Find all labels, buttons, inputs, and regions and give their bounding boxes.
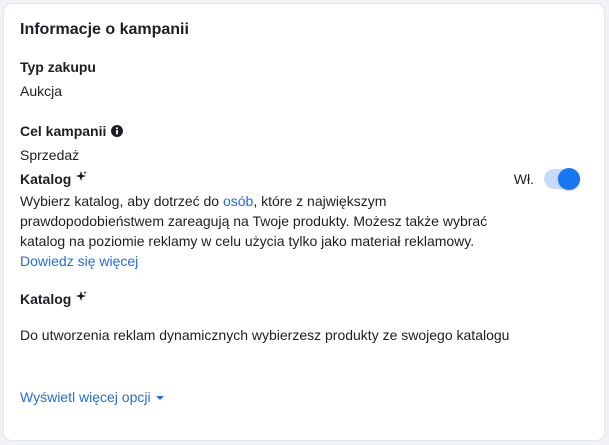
campaign-objective-label: Cel kampanii — [20, 123, 107, 139]
catalog-toggle-header: Katalog — [20, 170, 88, 187]
campaign-objective-value: Sprzedaż — [20, 147, 80, 163]
campaign-objective-header: Cel kampanii — [20, 123, 124, 139]
catalog-info-text: Do utworzenia reklam dynamicznych wybier… — [20, 327, 510, 343]
toggle-label: Wł. — [513, 171, 534, 187]
audience-link[interactable]: osób — [223, 193, 253, 209]
more-options-label: Wyświetl więcej opcji — [20, 389, 151, 405]
catalog-info-label: Katalog — [20, 291, 72, 307]
purchase-type-label: Typ zakupu — [20, 59, 96, 75]
catalog-description: Wybierz katalog, aby dotrzeć do osób, kt… — [20, 191, 500, 271]
info-icon[interactable] — [111, 125, 124, 137]
catalog-toggle-switch[interactable] — [544, 168, 580, 190]
catalog-info-header: Katalog — [20, 290, 88, 307]
more-options-button[interactable]: Wyświetl więcej opcji — [20, 389, 164, 405]
caret-down-icon — [155, 396, 164, 400]
section-title: Informacje o kampanii — [20, 21, 189, 38]
campaign-info-card: Informacje o kampanii Typ zakupu Aukcja … — [4, 4, 604, 440]
toggle-knob — [558, 168, 580, 190]
purchase-type-value: Aukcja — [20, 83, 63, 99]
catalog-toggle-control: Wł. — [513, 168, 580, 190]
sparkle-icon — [76, 290, 88, 302]
catalog-label: Katalog — [20, 171, 72, 187]
sparkle-icon — [76, 170, 88, 182]
catalog-description-part1: Wybierz katalog, aby dotrzeć do — [20, 193, 223, 209]
learn-more-link[interactable]: Dowiedz się więcej — [20, 253, 138, 269]
